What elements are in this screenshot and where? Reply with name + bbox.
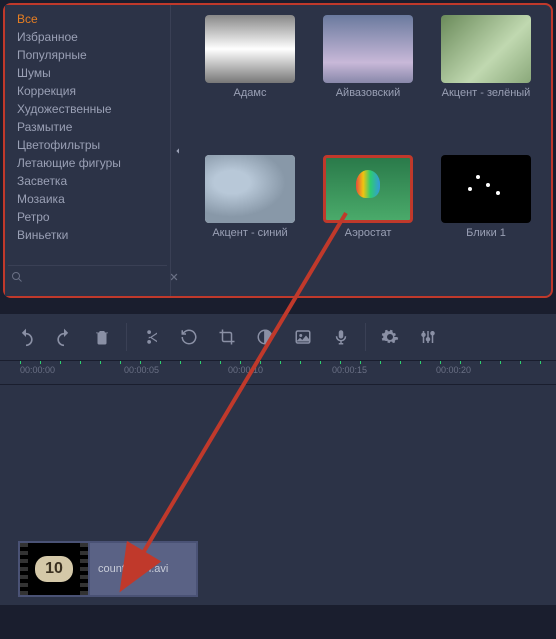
- filter-label: Блики 1: [466, 227, 506, 240]
- clip-thumbnail: 10: [20, 543, 90, 595]
- collapse-sidebar-button[interactable]: [170, 5, 185, 296]
- undo-button[interactable]: [8, 319, 44, 355]
- category-favorites[interactable]: Избранное: [5, 28, 170, 46]
- category-colorfilters[interactable]: Цветофильтры: [5, 136, 170, 154]
- category-light[interactable]: Засветка: [5, 172, 170, 190]
- category-retro[interactable]: Ретро: [5, 208, 170, 226]
- filter-label: Акцент - синий: [212, 227, 287, 240]
- filter-label: Акцент - зелёный: [442, 87, 531, 100]
- toolbar: [0, 313, 556, 361]
- filter-thumbnail: [441, 15, 531, 83]
- cut-button[interactable]: [133, 319, 169, 355]
- timeline-ruler[interactable]: 00:00:00 00:00:05 00:00:10 00:00:15 00:0…: [0, 361, 556, 385]
- category-correction[interactable]: Коррекция: [5, 82, 170, 100]
- ruler-tick: 00:00:10: [228, 365, 263, 375]
- color-adjust-button[interactable]: [247, 319, 283, 355]
- filter-accent-green[interactable]: Акцент - зелёный: [431, 15, 541, 147]
- search-icon: [11, 269, 23, 285]
- ruler-tick: 00:00:15: [332, 365, 367, 375]
- filter-thumbnail: [323, 155, 413, 223]
- category-all[interactable]: Все: [5, 10, 170, 28]
- filter-aerostat[interactable]: Аэростат: [313, 155, 423, 287]
- redo-button[interactable]: [46, 319, 82, 355]
- category-mosaic[interactable]: Мозаика: [5, 190, 170, 208]
- timeline-tracks[interactable]: 10 countdown.avi: [0, 385, 556, 605]
- ruler-tick: 00:00:20: [436, 365, 471, 375]
- settings-button[interactable]: [372, 319, 408, 355]
- filter-aivazovsky[interactable]: Айвазовский: [313, 15, 423, 147]
- separator: [365, 323, 366, 351]
- ruler-tick: 00:00:05: [124, 365, 159, 375]
- category-blur[interactable]: Размытие: [5, 118, 170, 136]
- category-flying[interactable]: Летающие фигуры: [5, 154, 170, 172]
- filter-thumbnail: [323, 15, 413, 83]
- category-list: Все Избранное Популярные Шумы Коррекция …: [5, 10, 170, 262]
- search-input[interactable]: [23, 269, 169, 285]
- crop-button[interactable]: [209, 319, 245, 355]
- microphone-button[interactable]: [323, 319, 359, 355]
- clip-frame-number: 10: [35, 556, 73, 582]
- filter-label: Айвазовский: [336, 87, 401, 100]
- equalizer-button[interactable]: [410, 319, 446, 355]
- separator: [126, 323, 127, 351]
- rotate-button[interactable]: [171, 319, 207, 355]
- filter-label: Адамс: [234, 87, 267, 100]
- video-clip[interactable]: 10 countdown.avi: [18, 541, 198, 597]
- category-vignette[interactable]: Виньетки: [5, 226, 170, 244]
- category-noise[interactable]: Шумы: [5, 64, 170, 82]
- filter-thumbnail: [205, 155, 295, 223]
- category-sidebar: Все Избранное Популярные Шумы Коррекция …: [5, 5, 170, 296]
- filter-accent-blue[interactable]: Акцент - синий: [195, 155, 305, 287]
- filter-adams[interactable]: Адамс: [195, 15, 305, 147]
- filter-thumbnail: [205, 15, 295, 83]
- category-popular[interactable]: Популярные: [5, 46, 170, 64]
- clip-filename: countdown.avi: [90, 563, 196, 575]
- delete-button[interactable]: [84, 319, 120, 355]
- filter-label: Аэростат: [345, 227, 392, 240]
- timeline: 00:00:00 00:00:05 00:00:10 00:00:15 00:0…: [0, 361, 556, 605]
- filters-grid: Адамс Айвазовский Акцент - зелёный Акцен…: [185, 5, 551, 296]
- filter-bliki-1[interactable]: Блики 1: [431, 155, 541, 287]
- ruler-tick: 00:00:00: [20, 365, 55, 375]
- filter-thumbnail: [441, 155, 531, 223]
- filters-panel: Все Избранное Популярные Шумы Коррекция …: [3, 3, 553, 298]
- category-artistic[interactable]: Художественные: [5, 100, 170, 118]
- search-row: [8, 265, 167, 288]
- image-button[interactable]: [285, 319, 321, 355]
